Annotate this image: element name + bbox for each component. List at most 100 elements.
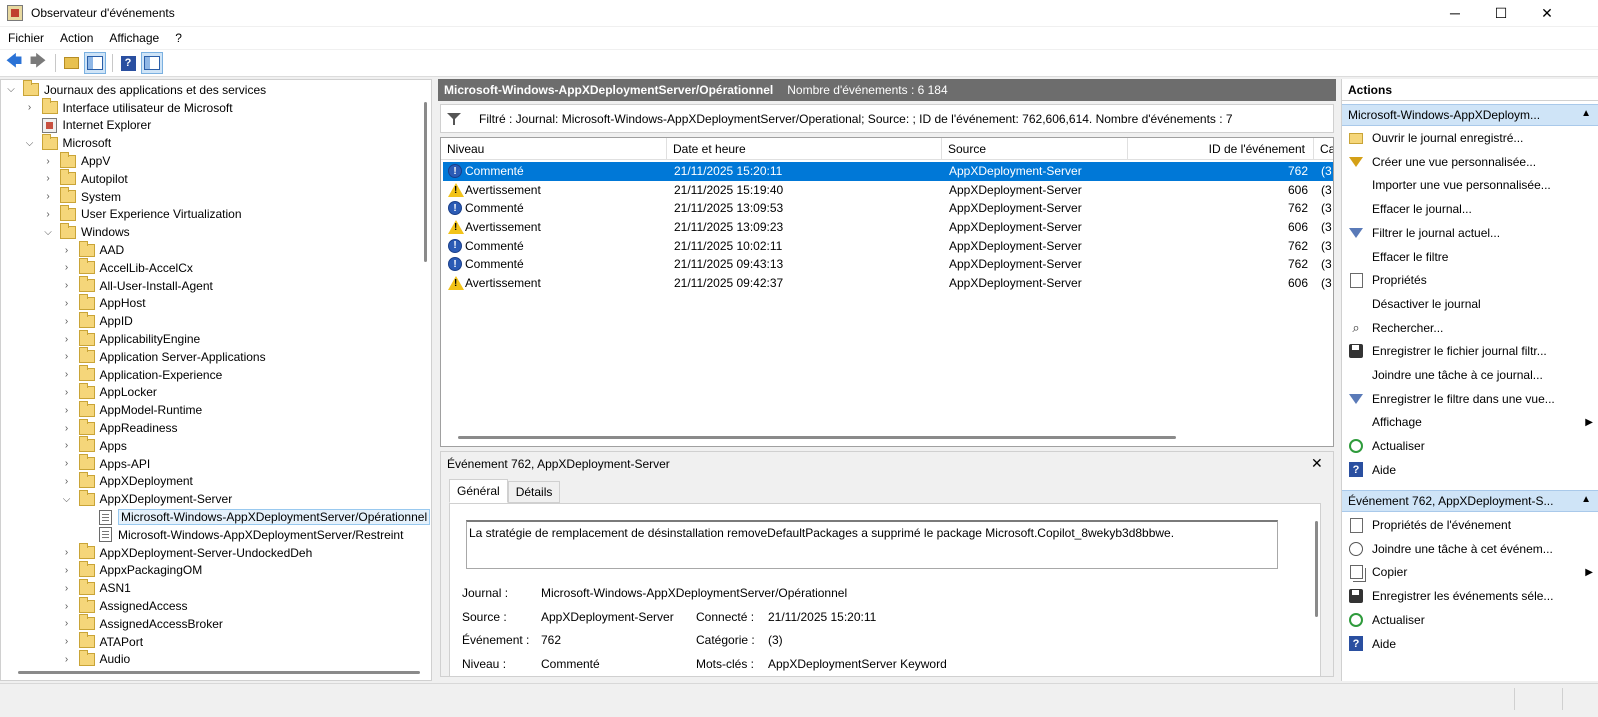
action-item[interactable]: Joindre une tâche à cet événem... [1342,538,1598,560]
tree-item[interactable]: › AssignedAccess [61,596,188,615]
close-button[interactable]: ✕ [1524,0,1570,26]
chevron-right-icon[interactable]: › [61,262,73,273]
column-level[interactable]: Niveau [441,138,667,160]
tree-item[interactable]: › System [42,187,121,206]
actions-section-header[interactable]: Microsoft-Windows-AppXDeploym... ▲ [1342,104,1598,126]
chevron-right-icon[interactable]: › [42,191,54,202]
chevron-right-icon[interactable]: › [61,387,73,398]
chevron-right-icon[interactable]: › [61,636,73,647]
minimize-button[interactable]: ─ [1432,0,1478,26]
tree-item[interactable]: ›Microsoft-Windows-AppXDeploymentServer/… [79,508,431,526]
chevron-right-icon[interactable]: › [61,298,73,309]
chevron-right-icon[interactable]: › [61,547,73,558]
chevron-down-icon[interactable]: ⌵ [24,138,36,149]
collapse-up-icon[interactable]: ▲ [1581,108,1591,119]
event-row[interactable]: Avertissement 21/11/2025 13:09:23 AppXDepl… [443,218,1333,237]
action-item[interactable]: Affichage ▶ [1342,411,1598,433]
menu-action[interactable]: Action [52,31,101,45]
tree-item[interactable]: › Apps-API [61,454,150,473]
chevron-right-icon[interactable]: › [42,209,54,220]
tree-item[interactable]: › AppID [61,311,133,330]
event-row[interactable]: ! Commenté 21/11/2025 09:43:13 AppXDeployme… [443,255,1333,274]
show-tree-button[interactable] [84,52,106,74]
tree-item[interactable]: › Autopilot [42,169,128,188]
tree-item[interactable]: › User Experience Virtualization [42,204,242,224]
grid-horizontal-scrollbar[interactable] [458,436,1176,439]
forward-button[interactable]: 🡆 [27,52,49,74]
action-item[interactable]: Créer une vue personnalisée... [1342,151,1598,173]
chevron-right-icon[interactable]: › [61,476,73,487]
action-item[interactable]: Actualiser [1342,435,1598,457]
open-folder-button[interactable] [60,52,82,74]
tree-item[interactable]: › AppHost [61,293,146,313]
event-row[interactable]: Avertissement 21/11/2025 15:19:40 AppXDepl… [443,181,1333,200]
action-item[interactable]: Enregistrer le filtre dans une vue... [1342,388,1598,410]
chevron-right-icon[interactable]: › [61,280,73,291]
tree-item[interactable]: › ASN1 [61,578,131,597]
back-button[interactable]: 🡄 [3,52,25,74]
action-item[interactable]: Désactiver le journal [1342,293,1598,315]
event-row[interactable]: ! Commenté 21/11/2025 10:02:11 AppXDeployme… [443,236,1333,255]
column-category[interactable]: Ca [1314,138,1333,160]
action-item[interactable]: ⌕ Rechercher... [1342,317,1598,339]
chevron-right-icon[interactable]: › [61,245,73,256]
tree-item[interactable]: › ApplicabilityEngine [61,329,200,348]
action-item[interactable]: Propriétés de l'événement [1342,514,1598,536]
tree-item[interactable]: ⌵ Windows [42,222,130,241]
menu-affichage[interactable]: Affichage [101,31,167,45]
tree-item[interactable]: ⌵ Journaux des applications et des servic… [5,80,266,99]
action-item[interactable]: ? Aide [1342,633,1598,655]
action-item[interactable]: Importer une vue personnalisée... [1342,174,1598,196]
events-grid[interactable]: Niveau Date et heure Source ID de l'évén… [440,137,1334,447]
chevron-right-icon[interactable]: › [61,458,73,469]
tree-item[interactable]: › AppxPackagingOM [61,560,202,580]
tree-item[interactable]: › AppReadiness [61,418,178,437]
action-item[interactable]: Filtrer le journal actuel... [1342,222,1598,244]
show-action-pane-button[interactable] [141,52,163,74]
action-item[interactable]: Propriétés [1342,269,1598,291]
action-item[interactable]: Ouvrir le journal enregistré... [1342,127,1598,149]
detail-close-button[interactable]: ✕ [1311,455,1323,472]
chevron-right-icon[interactable]: › [42,156,54,167]
chevron-right-icon[interactable]: › [61,369,73,380]
event-row[interactable]: Avertissement 21/11/2025 09:42:37 AppXDepl… [443,274,1333,293]
actions-section-header[interactable]: Événement 762, AppXDeployment-S... ▲ [1342,490,1598,512]
tree-item[interactable]: ›Internet Explorer [24,117,151,135]
chevron-right-icon[interactable]: › [61,583,73,594]
action-item[interactable]: Enregistrer le fichier journal filtr... [1342,340,1598,362]
tree-item[interactable]: › Audio [61,649,130,669]
tree-item[interactable]: › AppXDeployment-Server-UndockedDeh [61,543,312,562]
action-item[interactable]: Copier ▶ [1342,561,1598,583]
chevron-right-icon[interactable]: › [61,565,73,576]
tree-item[interactable]: › AAD [61,240,124,259]
maximize-button[interactable]: ☐ [1478,0,1524,26]
menu-fichier[interactable]: Fichier [0,31,52,45]
tree-item[interactable]: ⌵ Microsoft [24,133,111,152]
tree-item[interactable]: › ATAPort [61,632,143,651]
chevron-right-icon[interactable]: › [61,618,73,629]
action-item[interactable]: Effacer le journal... [1342,198,1598,220]
detail-vertical-scrollbar[interactable] [1315,521,1318,617]
tree-item[interactable]: › AppModel-Runtime [61,400,202,419]
column-event-id[interactable]: ID de l'événement [1128,138,1314,160]
chevron-right-icon[interactable]: › [61,316,73,327]
action-item[interactable]: ? Aide [1342,459,1598,481]
chevron-right-icon[interactable]: › [61,440,73,451]
column-date[interactable]: Date et heure [667,138,942,160]
action-item[interactable]: Actualiser [1342,609,1598,631]
tree-vertical-scrollbar[interactable] [424,102,427,262]
tree-item[interactable]: › Interface utilisateur de Microsoft [24,98,233,117]
tab-details[interactable]: Détails [507,481,561,503]
tab-general[interactable]: Général [449,479,508,503]
menu-help[interactable]: ? [167,31,190,45]
chevron-right-icon[interactable]: › [61,654,73,665]
action-item[interactable]: Joindre une tâche à ce journal... [1342,364,1598,386]
chevron-right-icon[interactable]: › [24,102,36,113]
help-button[interactable]: ? [117,52,139,74]
chevron-down-icon[interactable]: ⌵ [42,227,54,238]
tree-item[interactable]: › Apps [61,436,127,455]
action-item[interactable]: Effacer le filtre [1342,246,1598,268]
collapse-up-icon[interactable]: ▲ [1581,494,1591,505]
tree-item[interactable]: › Application-Experience [61,365,222,384]
tree-horizontal-scrollbar[interactable] [18,671,420,674]
